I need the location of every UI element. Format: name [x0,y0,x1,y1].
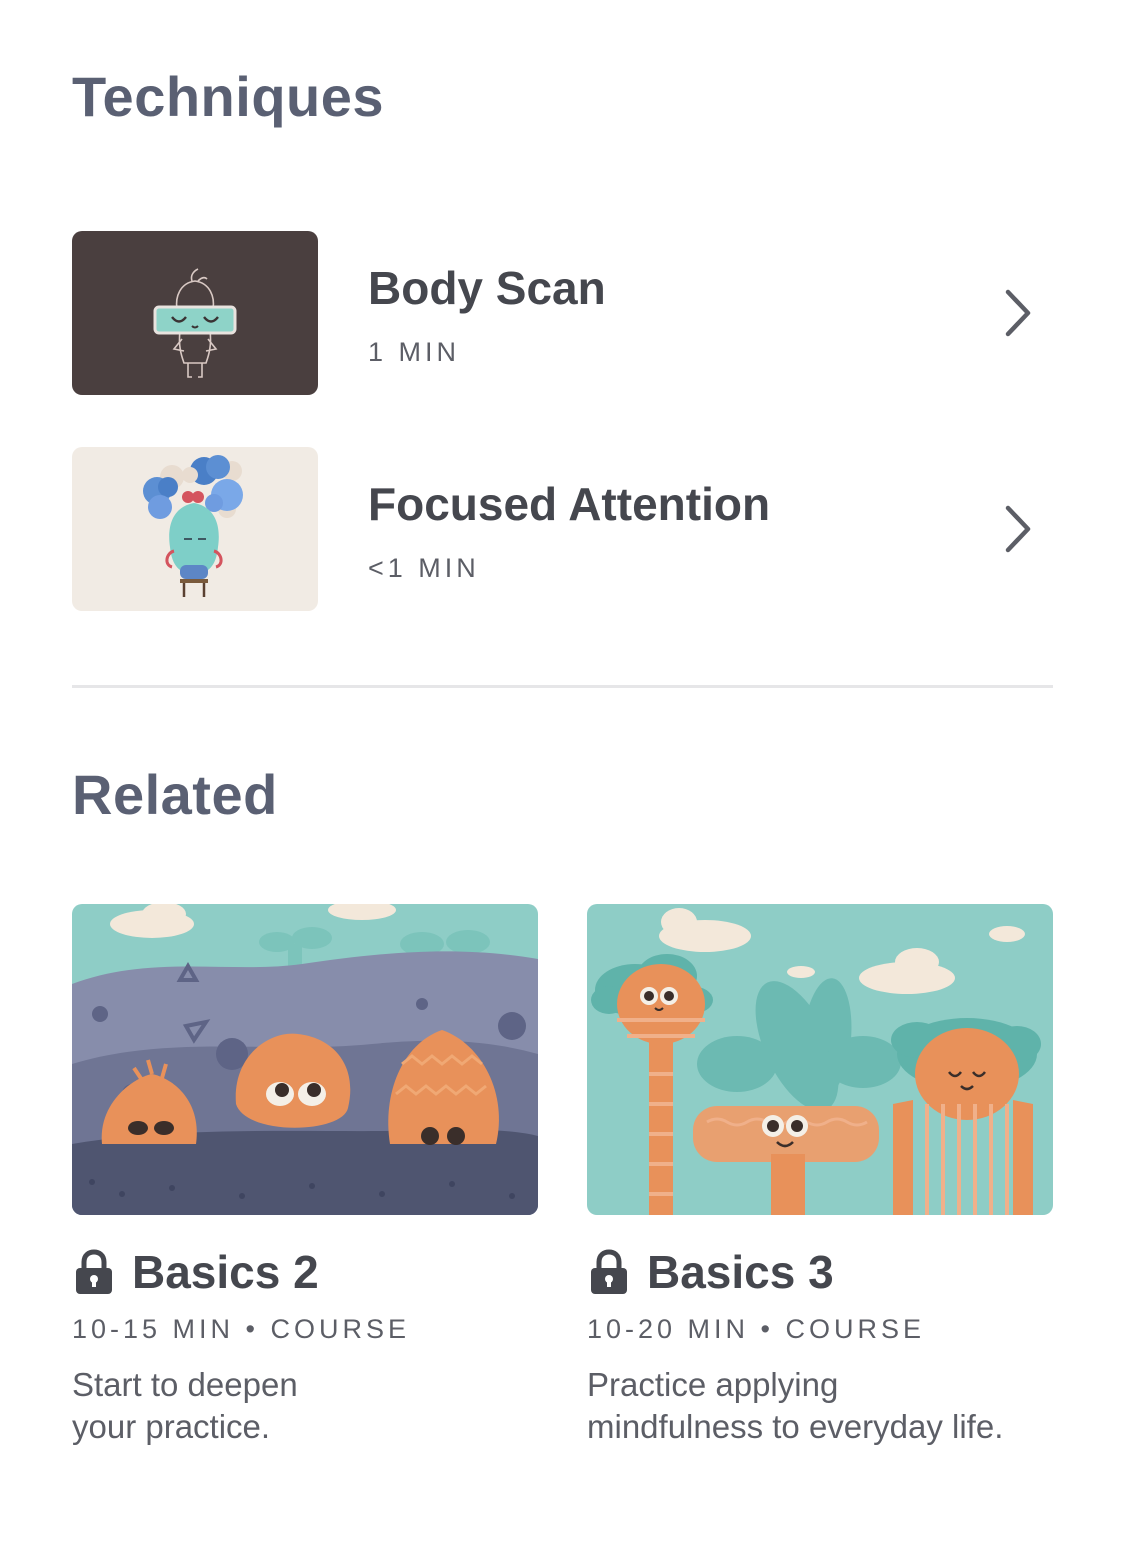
technique-title: Body Scan [368,262,606,314]
chevron-right-icon [1005,505,1031,553]
lock-icon [76,1249,112,1294]
techniques-heading: Techniques [72,65,385,128]
basics-3-illustration [587,904,1053,1215]
technique-duration: <1 MIN [368,553,480,583]
technique-row-body-scan[interactable]: Body Scan 1 MIN [72,231,1053,395]
course-title-row: Basics 2 [72,1242,319,1302]
course-title: Basics 2 [132,1246,319,1298]
technique-row-focused-attention[interactable]: Focused Attention <1 MIN [72,447,1053,611]
course-title: Basics 3 [647,1246,834,1298]
basics-2-illustration [72,904,538,1215]
focused-attention-thumbnail [72,447,318,611]
course-title-row: Basics 3 [587,1242,834,1302]
course-description: Practice applying mindfulness to everyda… [587,1366,1004,1445]
chevron-right-icon [1005,289,1031,337]
section-divider [72,685,1053,688]
body-scan-thumbnail [72,231,318,395]
technique-duration: 1 MIN [368,337,461,367]
course-card-basics-2[interactable]: Basics 2 10-15 MIN • COURSE Start to dee… [72,904,538,1464]
course-meta: 10-15 MIN • COURSE [72,1314,411,1344]
course-card-basics-3[interactable]: Basics 3 10-20 MIN • COURSE Practice app… [587,904,1053,1464]
lock-icon [591,1249,627,1294]
course-meta: 10-20 MIN • COURSE [587,1314,926,1344]
technique-title: Focused Attention [368,478,771,530]
related-heading: Related [72,763,278,826]
course-description: Start to deepen your practice. [72,1366,298,1445]
